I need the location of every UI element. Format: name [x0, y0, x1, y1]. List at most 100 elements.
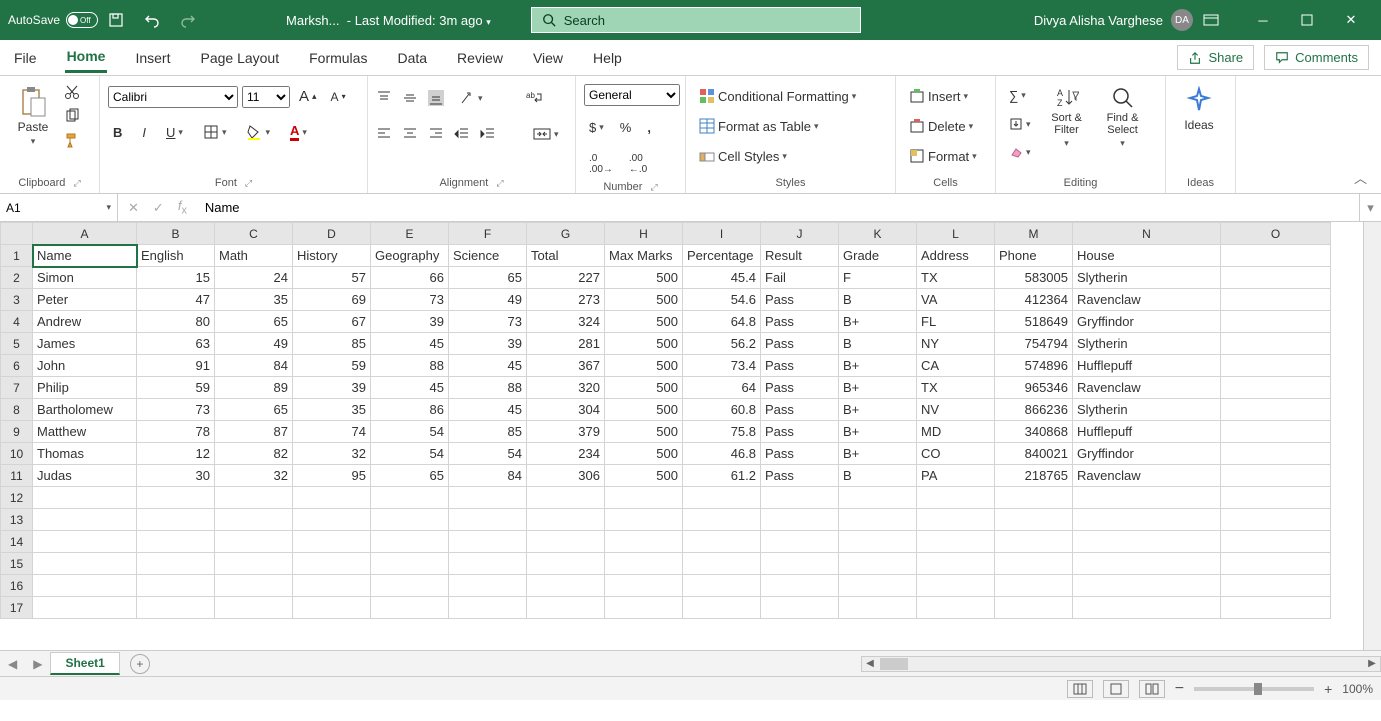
cell[interactable]: [1073, 531, 1221, 553]
cell[interactable]: Total: [527, 245, 605, 267]
cell[interactable]: [917, 531, 995, 553]
cell[interactable]: B+: [839, 377, 917, 399]
column-header[interactable]: J: [761, 223, 839, 245]
cell[interactable]: 91: [137, 355, 215, 377]
number-launcher-icon[interactable]: ⤢: [650, 182, 657, 193]
cell[interactable]: 866236: [995, 399, 1073, 421]
cell[interactable]: [371, 575, 449, 597]
italic-button[interactable]: I: [137, 121, 151, 144]
cell[interactable]: [1221, 575, 1331, 597]
cell[interactable]: [1221, 267, 1331, 289]
cell[interactable]: Slytherin: [1073, 399, 1221, 421]
format-painter-icon[interactable]: [64, 132, 80, 148]
cell[interactable]: 45: [449, 399, 527, 421]
select-all-corner[interactable]: [1, 223, 33, 245]
cell[interactable]: [33, 553, 137, 575]
cell[interactable]: [293, 531, 371, 553]
cell[interactable]: 15: [137, 267, 215, 289]
cell[interactable]: [683, 597, 761, 619]
cell[interactable]: 84: [449, 465, 527, 487]
cell[interactable]: [683, 487, 761, 509]
font-name-select[interactable]: Calibri: [108, 86, 238, 108]
cell[interactable]: [839, 553, 917, 575]
column-header[interactable]: C: [215, 223, 293, 245]
fill-button[interactable]: ▾: [1004, 113, 1036, 135]
cell[interactable]: [449, 509, 527, 531]
cell[interactable]: 500: [605, 267, 683, 289]
cell[interactable]: History: [293, 245, 371, 267]
cell[interactable]: 75.8: [683, 421, 761, 443]
cell[interactable]: [1221, 531, 1331, 553]
enter-formula-icon[interactable]: ✓: [153, 200, 164, 216]
column-header[interactable]: G: [527, 223, 605, 245]
cell[interactable]: 500: [605, 421, 683, 443]
cell[interactable]: 234: [527, 443, 605, 465]
cell[interactable]: [215, 487, 293, 509]
tab-insert[interactable]: Insert: [133, 44, 172, 72]
clipboard-launcher-icon[interactable]: ⤢: [73, 178, 80, 189]
cell[interactable]: [215, 509, 293, 531]
horizontal-scrollbar[interactable]: ◀▶: [861, 656, 1381, 672]
cell[interactable]: 59: [293, 355, 371, 377]
cell[interactable]: [1221, 597, 1331, 619]
percent-button[interactable]: %: [615, 116, 637, 139]
cell[interactable]: [371, 487, 449, 509]
cell[interactable]: [761, 509, 839, 531]
cell[interactable]: [1221, 509, 1331, 531]
cell[interactable]: 95: [293, 465, 371, 487]
cell[interactable]: 64.8: [683, 311, 761, 333]
cell[interactable]: [293, 553, 371, 575]
cell[interactable]: 74: [293, 421, 371, 443]
cell[interactable]: 88: [371, 355, 449, 377]
cell[interactable]: Math: [215, 245, 293, 267]
increase-font-icon[interactable]: A▴: [294, 84, 322, 109]
cut-icon[interactable]: [64, 84, 80, 100]
align-left-icon[interactable]: [376, 126, 392, 142]
cell[interactable]: [527, 575, 605, 597]
cell[interactable]: F: [839, 267, 917, 289]
currency-button[interactable]: $ ▾: [584, 116, 609, 139]
cell[interactable]: Ravenclaw: [1073, 377, 1221, 399]
cell[interactable]: [1073, 553, 1221, 575]
cell[interactable]: 754794: [995, 333, 1073, 355]
tab-home[interactable]: Home: [65, 42, 108, 73]
cell[interactable]: Percentage: [683, 245, 761, 267]
cell[interactable]: [761, 597, 839, 619]
autosave-toggle[interactable]: AutoSave Off: [8, 12, 98, 28]
cell[interactable]: 73: [137, 399, 215, 421]
cell[interactable]: 30: [137, 465, 215, 487]
search-box[interactable]: Search: [531, 7, 861, 33]
decrease-decimal-icon[interactable]: .00←.0: [624, 149, 652, 179]
ribbon-display-icon[interactable]: [1197, 6, 1225, 34]
cell[interactable]: [995, 509, 1073, 531]
sheet-nav-prev-icon[interactable]: ◀: [0, 657, 25, 671]
sort-filter-button[interactable]: AZ Sort & Filter▾: [1042, 80, 1092, 149]
cell[interactable]: [995, 531, 1073, 553]
cell[interactable]: [449, 487, 527, 509]
cell[interactable]: [605, 597, 683, 619]
cell[interactable]: Geography: [371, 245, 449, 267]
cell[interactable]: [683, 531, 761, 553]
cell[interactable]: [137, 487, 215, 509]
cell[interactable]: B+: [839, 421, 917, 443]
cell[interactable]: PA: [917, 465, 995, 487]
cell[interactable]: [839, 487, 917, 509]
cell[interactable]: 32: [293, 443, 371, 465]
cell[interactable]: [293, 597, 371, 619]
cell[interactable]: [1221, 289, 1331, 311]
tab-help[interactable]: Help: [591, 44, 624, 72]
cell[interactable]: [215, 597, 293, 619]
conditional-formatting-button[interactable]: Conditional Formatting ▾: [694, 84, 861, 108]
cell[interactable]: 54: [371, 443, 449, 465]
cell[interactable]: [137, 531, 215, 553]
format-as-table-button[interactable]: Format as Table ▾: [694, 114, 824, 138]
cell[interactable]: Name: [33, 245, 137, 267]
tab-view[interactable]: View: [531, 44, 565, 72]
comments-button[interactable]: Comments: [1264, 45, 1369, 70]
cell[interactable]: John: [33, 355, 137, 377]
cell[interactable]: [761, 553, 839, 575]
cell[interactable]: [995, 597, 1073, 619]
cell[interactable]: 60.8: [683, 399, 761, 421]
cancel-formula-icon[interactable]: ✕: [128, 200, 139, 216]
row-header[interactable]: 7: [1, 377, 33, 399]
